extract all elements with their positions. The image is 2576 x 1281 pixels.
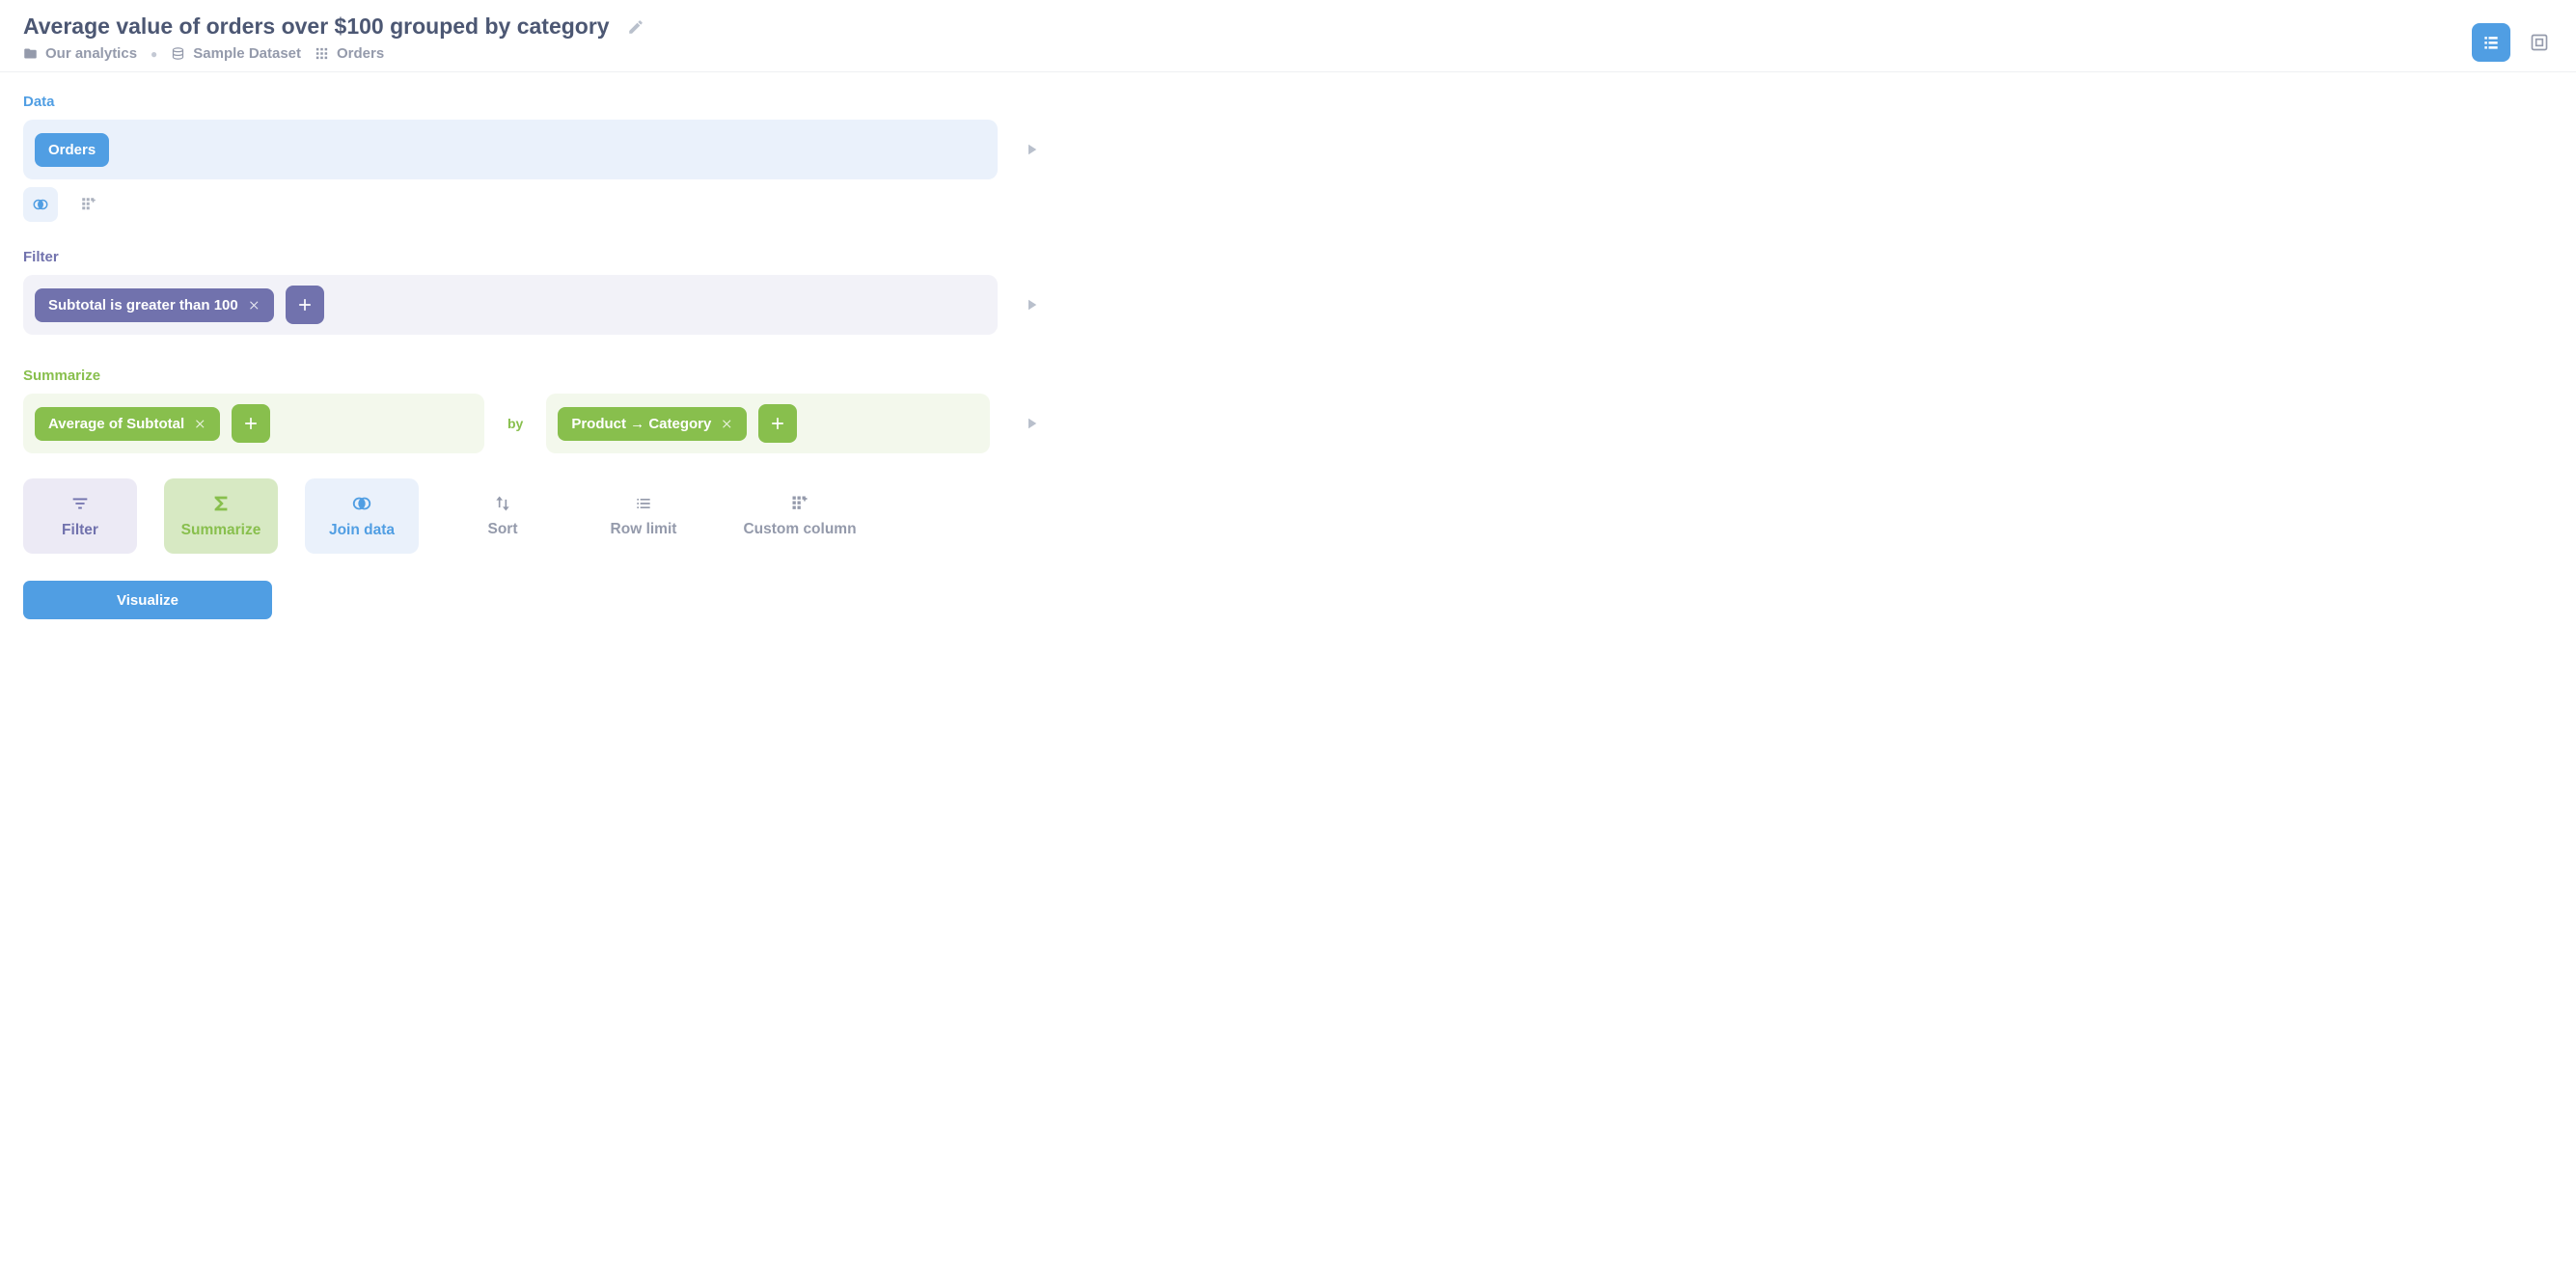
breadcrumb-separator: ● <box>151 47 157 61</box>
editor-toggle-button[interactable] <box>2472 23 2510 62</box>
join-icon <box>351 493 372 514</box>
data-source-pill[interactable]: Orders <box>35 133 109 167</box>
summarize-step-label: Summarize <box>181 522 261 539</box>
page-title: Average value of orders over $100 groupe… <box>23 14 610 40</box>
visualize-label: Visualize <box>117 592 178 609</box>
breadcrumb-table[interactable]: Orders <box>315 45 384 62</box>
by-label: by <box>484 416 546 431</box>
visualize-button[interactable]: Visualize <box>23 581 272 619</box>
filter-pill-label: Subtotal is greater than 100 <box>48 297 238 313</box>
grid-plus-icon <box>790 494 809 513</box>
join-icon <box>32 196 49 213</box>
add-aggregation-button[interactable] <box>232 404 270 443</box>
notebook-icon <box>2481 33 2501 52</box>
expand-icon <box>2530 33 2549 52</box>
preview-filter-button[interactable] <box>1023 296 1040 313</box>
filter-step-row: Subtotal is greater than 100 <box>23 275 2553 335</box>
custom-column-icon-tile[interactable] <box>71 187 106 222</box>
table-icon <box>315 46 329 61</box>
filter-well: Subtotal is greater than 100 <box>23 275 998 335</box>
aggregation-label: Average of Subtotal <box>48 416 184 432</box>
aggregation-well: Average of Subtotal <box>23 394 484 453</box>
breadcrumb-collection-label: Our analytics <box>45 45 137 62</box>
aggregation-pill[interactable]: Average of Subtotal <box>35 407 220 441</box>
header-left: Average value of orders over $100 groupe… <box>23 14 644 62</box>
breadcrumb-database-label: Sample Dataset <box>193 45 301 62</box>
breakout-pill[interactable]: Product → Category <box>558 407 747 441</box>
header-right <box>2472 14 2553 62</box>
sort-step-label: Sort <box>488 521 518 538</box>
edit-title-icon[interactable] <box>627 18 644 36</box>
filter-step-button[interactable]: Filter <box>23 478 137 554</box>
breakout-well: Product → Category <box>546 394 990 453</box>
data-sub-actions <box>23 187 2553 222</box>
plus-icon <box>768 414 787 433</box>
row-limit-step-label: Row limit <box>611 521 677 538</box>
data-step-row: Orders <box>23 120 2553 179</box>
folder-icon <box>23 46 38 61</box>
custom-column-step-button[interactable]: Custom column <box>727 478 872 554</box>
close-icon <box>248 299 260 312</box>
join-icon-tile[interactable] <box>23 187 58 222</box>
filter-pill[interactable]: Subtotal is greater than 100 <box>35 288 274 322</box>
sort-icon <box>493 494 512 513</box>
join-step-button[interactable]: Join data <box>305 478 419 554</box>
expand-button[interactable] <box>2526 29 2553 56</box>
data-well: Orders <box>23 120 998 179</box>
title-row: Average value of orders over $100 groupe… <box>23 14 644 40</box>
plus-icon <box>295 295 315 314</box>
summarize-well: Average of Subtotal by Product → Cat <box>23 394 998 453</box>
close-icon <box>721 418 733 430</box>
filter-icon <box>69 493 91 514</box>
add-breakout-button[interactable] <box>758 404 797 443</box>
breakout-label: Product → Category <box>571 416 711 432</box>
preview-data-button[interactable] <box>1023 141 1040 158</box>
summarize-step-button[interactable]: Summarize <box>164 478 278 554</box>
section-label-filter: Filter <box>23 249 2553 265</box>
list-icon <box>634 494 653 513</box>
breadcrumb: Our analytics ● Sample Dataset Orders <box>23 45 644 62</box>
query-builder: Data Orders Filter Subtotal is greater t… <box>0 72 2576 648</box>
remove-aggregation-button[interactable] <box>194 418 206 430</box>
sigma-icon <box>210 493 232 514</box>
summarize-step-row: Average of Subtotal by Product → Cat <box>23 394 2553 453</box>
close-icon <box>194 418 206 430</box>
breadcrumb-database[interactable]: Sample Dataset <box>171 45 301 62</box>
sort-step-button[interactable]: Sort <box>446 478 560 554</box>
filter-step-label: Filter <box>62 522 98 539</box>
row-limit-step-button[interactable]: Row limit <box>587 478 700 554</box>
section-label-data: Data <box>23 94 2553 110</box>
preview-summarize-button[interactable] <box>1023 415 1040 432</box>
custom-column-step-label: Custom column <box>743 521 856 538</box>
grid-plus-icon <box>80 196 97 213</box>
remove-breakout-button[interactable] <box>721 418 733 430</box>
section-label-summarize: Summarize <box>23 368 2553 384</box>
breadcrumb-table-label: Orders <box>337 45 384 62</box>
page-header: Average value of orders over $100 groupe… <box>0 0 2576 72</box>
database-icon <box>171 46 185 61</box>
data-source-label: Orders <box>48 142 96 158</box>
add-filter-button[interactable] <box>286 286 324 324</box>
breadcrumb-collection[interactable]: Our analytics <box>23 45 137 62</box>
step-toolbar: Filter Summarize Join data Sort Row limi… <box>23 478 2553 554</box>
remove-filter-button[interactable] <box>248 299 260 312</box>
plus-icon <box>241 414 260 433</box>
join-step-label: Join data <box>329 522 395 539</box>
